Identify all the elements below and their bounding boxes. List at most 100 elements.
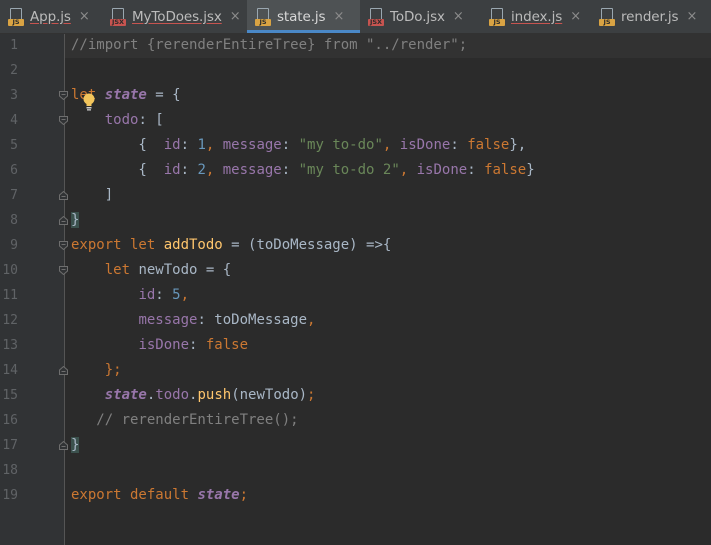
line-number-gutter: 1 2 3 4 5 6 7 8 9 10 11 12 13 14 15 16 17 18 19 bbox=[0, 34, 54, 545]
code-token: : [ bbox=[138, 112, 164, 128]
line-number: 2 bbox=[10, 63, 18, 78]
code-token: let bbox=[104, 262, 139, 278]
close-icon[interactable]: × bbox=[686, 10, 697, 23]
fold-end-icon[interactable] bbox=[59, 191, 68, 200]
code-token: state bbox=[104, 387, 147, 403]
code-token: 1 bbox=[197, 137, 206, 153]
code-line[interactable]: { id: 1, message: "my to-do", isDone: fa… bbox=[71, 133, 526, 158]
code-token: : bbox=[189, 337, 206, 353]
code-token: ] bbox=[71, 187, 114, 203]
code-editor[interactable]: 1 2 3 4 5 6 7 8 9 10 11 12 13 14 15 16 17 18 19 //import {… bbox=[0, 33, 711, 545]
close-icon[interactable]: × bbox=[453, 10, 464, 23]
line-number: 5 bbox=[10, 138, 18, 153]
code-token: : toDoMessage bbox=[197, 312, 308, 328]
line-number: 4 bbox=[10, 113, 18, 128]
ide-window: JS App.js × JSX MyToDoes.jsx × JS state.js × JSX T… bbox=[0, 0, 711, 545]
line-number: 6 bbox=[10, 163, 18, 178]
fold-collapse-icon[interactable] bbox=[59, 91, 68, 100]
code-token: , bbox=[205, 137, 223, 153]
js-file-icon: JS bbox=[255, 7, 271, 26]
code-token: todo bbox=[104, 112, 139, 128]
code-token: //import {rerenderEntireTree} from "../r… bbox=[71, 37, 468, 53]
tab-index-js[interactable]: JS index.js × bbox=[481, 0, 591, 33]
code-token: // rerenderEntireTree(); bbox=[71, 412, 299, 428]
tab-label: MyToDoes.jsx bbox=[132, 8, 222, 25]
code-token: id bbox=[163, 137, 181, 153]
code-line[interactable]: export default state; bbox=[71, 483, 248, 508]
fold-collapse-icon[interactable] bbox=[59, 241, 68, 250]
code-line[interactable]: id: 5, bbox=[71, 283, 189, 308]
line-number: 12 bbox=[2, 313, 18, 328]
code-token: : bbox=[467, 162, 485, 178]
tab-label: ToDo.jsx bbox=[390, 8, 445, 25]
code-line[interactable]: // rerenderEntireTree(); bbox=[71, 408, 299, 433]
code-token: } bbox=[71, 437, 80, 453]
code-token: : bbox=[180, 162, 198, 178]
code-token: ; bbox=[239, 487, 249, 503]
code-token: false bbox=[467, 137, 510, 153]
fold-end-icon[interactable] bbox=[59, 366, 68, 375]
code-token: false bbox=[484, 162, 527, 178]
tab-label: render.js bbox=[621, 8, 679, 25]
line-number: 8 bbox=[10, 213, 18, 228]
js-file-icon: JS bbox=[489, 7, 505, 26]
close-icon[interactable]: × bbox=[570, 10, 581, 23]
code-token: : bbox=[180, 137, 198, 153]
tab-state-js[interactable]: JS state.js × bbox=[247, 0, 360, 33]
code-token: newTodo = { bbox=[138, 262, 232, 278]
close-icon[interactable]: × bbox=[230, 10, 241, 23]
code-line[interactable]: let newTodo = { bbox=[71, 258, 231, 283]
code-line[interactable]: isDone: false bbox=[71, 333, 248, 358]
code-token: : bbox=[281, 162, 299, 178]
code-token: = (toDoMessage) =>{ bbox=[222, 237, 392, 253]
tab-render-js[interactable]: JS render.js × bbox=[591, 0, 701, 33]
code-token: state bbox=[197, 487, 240, 503]
line-number: 19 bbox=[2, 488, 18, 503]
fold-end-icon[interactable] bbox=[59, 216, 68, 225]
line-number: 11 bbox=[2, 288, 18, 303]
line-number: 7 bbox=[10, 188, 18, 203]
code-line[interactable]: ] bbox=[71, 183, 113, 208]
code-token: export default bbox=[71, 487, 198, 503]
code-token: ; bbox=[307, 387, 316, 403]
code-token: = { bbox=[146, 87, 181, 103]
close-icon[interactable]: × bbox=[333, 10, 344, 23]
fold-gutter bbox=[54, 34, 65, 545]
code-line[interactable]: export let addTodo = (toDoMessage) =>{ bbox=[71, 233, 391, 258]
code-token: : bbox=[155, 287, 173, 303]
code-token: "my to-do" bbox=[298, 137, 383, 153]
code-line[interactable]: //import {rerenderEntireTree} from "../r… bbox=[71, 33, 467, 58]
code-token: message bbox=[222, 162, 282, 178]
fold-collapse-icon[interactable] bbox=[59, 266, 68, 275]
code-token: isDone bbox=[138, 337, 190, 353]
fold-end-icon[interactable] bbox=[59, 441, 68, 450]
code-line[interactable]: state.todo.push(newTodo); bbox=[71, 383, 316, 408]
close-icon[interactable]: × bbox=[79, 10, 90, 23]
code-line[interactable]: } bbox=[71, 433, 80, 458]
code-token: id bbox=[138, 287, 156, 303]
code-token: 2 bbox=[197, 162, 206, 178]
code-token: { bbox=[71, 137, 164, 153]
code-line[interactable]: }; bbox=[71, 358, 122, 383]
code-token: , bbox=[382, 137, 400, 153]
code-token: : bbox=[450, 137, 468, 153]
code-line[interactable]: { id: 2, message: "my to-do 2", isDone: … bbox=[71, 158, 534, 183]
code-line[interactable]: } bbox=[71, 208, 80, 233]
lightbulb-icon[interactable] bbox=[81, 92, 97, 112]
line-number: 17 bbox=[2, 438, 18, 453]
code-line[interactable]: message: toDoMessage, bbox=[71, 308, 315, 333]
code-token: isDone bbox=[399, 137, 451, 153]
line-number: 14 bbox=[2, 363, 18, 378]
code-token: : bbox=[281, 137, 299, 153]
tab-mytodoes-jsx[interactable]: JSX MyToDoes.jsx × bbox=[102, 0, 247, 33]
line-number: 3 bbox=[10, 88, 18, 103]
fold-collapse-icon[interactable] bbox=[59, 116, 68, 125]
code-token: state bbox=[104, 87, 147, 103]
tab-todo-jsx[interactable]: JSX ToDo.jsx × bbox=[360, 0, 481, 33]
tab-app-js[interactable]: JS App.js × bbox=[0, 0, 102, 33]
line-number: 13 bbox=[2, 338, 18, 353]
